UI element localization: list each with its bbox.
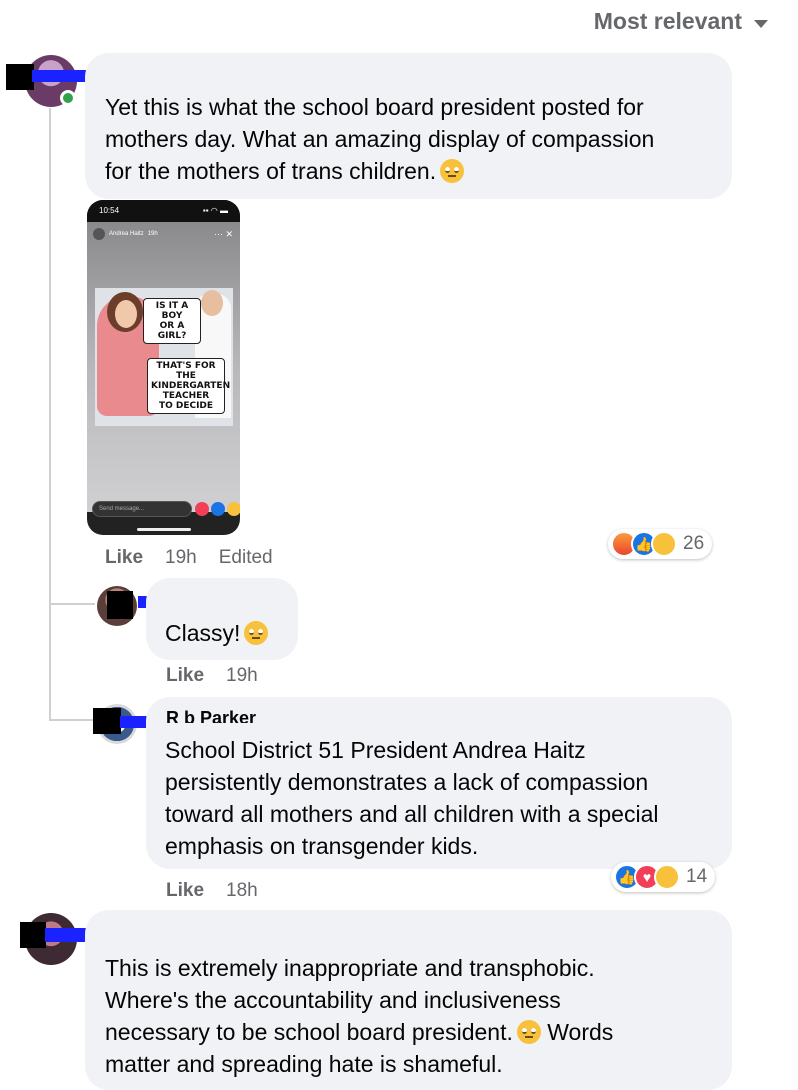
attached-image[interactable]: 10:54 ▪▪ ◠ ▬ Andrea Haitz 19h ··· ✕ IS I…	[87, 200, 240, 535]
haha-icon	[227, 502, 240, 516]
eye-roll-emoji-icon	[440, 159, 465, 183]
redaction-block	[6, 64, 34, 90]
comment-bubble: Classy!	[146, 578, 298, 660]
redaction-block	[107, 591, 133, 619]
comment-text: School District 51 President Andrea Hait…	[165, 737, 659, 859]
redaction-block	[93, 708, 121, 734]
love-icon	[195, 502, 209, 516]
caret-down-icon	[754, 19, 768, 28]
thread-branch-1	[49, 603, 95, 605]
wow-icon	[651, 531, 677, 557]
commenter-name[interactable]: R b Parker	[166, 709, 296, 723]
story-age: 19h	[147, 231, 158, 237]
comment-bubble: Yet this is what the school board presid…	[85, 53, 732, 199]
like-button[interactable]: Like	[105, 547, 143, 569]
comment-actions: Like 19h	[166, 665, 258, 687]
reaction-summary[interactable]: 👍 ♥ 14	[611, 862, 716, 892]
reaction-summary[interactable]: 👍 26	[608, 529, 713, 559]
like-button[interactable]: Like	[166, 880, 204, 902]
redaction-block	[20, 922, 46, 948]
story-screen: Andrea Haitz 19h ··· ✕ IS IT A BOY OR A …	[87, 222, 240, 512]
sort-dropdown[interactable]: Most relevant	[594, 8, 768, 35]
phone-status-bar: 10:54 ▪▪ ◠ ▬	[87, 200, 240, 222]
thinking-emoji-icon	[516, 1020, 541, 1044]
reaction-icons: 👍	[611, 531, 677, 557]
meme-speech-top: IS IT A BOY OR A GIRL?	[143, 298, 201, 344]
meme-speech-bottom: THAT'S FOR THE KINDERGARTEN TEACHER TO D…	[147, 358, 230, 414]
comment-text: Yet this is what the school board presid…	[105, 94, 655, 184]
timestamp[interactable]: 19h	[165, 547, 197, 569]
like-icon	[211, 502, 225, 516]
thread-line	[49, 108, 51, 720]
reaction-count: 14	[686, 866, 708, 887]
comment-text: Classy!	[165, 620, 241, 646]
story-avatar	[93, 228, 105, 240]
comment-bubble: R b Parker School District 51 President …	[146, 697, 732, 869]
send-message-field: Send message...	[92, 501, 192, 517]
comment-bubble: This is extremely inappropriate and tran…	[85, 910, 732, 1090]
thread-branch-2	[49, 719, 95, 721]
close-icon: ··· ✕	[213, 228, 233, 239]
comment-actions: Like 19h Edited	[105, 547, 273, 569]
comment-actions: Like 18h	[166, 880, 258, 902]
doctor-head	[201, 290, 223, 316]
story-header: Andrea Haitz 19h ··· ✕	[93, 228, 233, 240]
timestamp[interactable]: 18h	[226, 880, 258, 902]
online-status-dot	[60, 90, 76, 106]
like-button[interactable]: Like	[166, 665, 204, 687]
eye-roll-emoji-icon	[244, 621, 269, 645]
signal-wifi-battery-icon: ▪▪ ◠ ▬	[202, 206, 228, 215]
reaction-count: 26	[683, 533, 705, 554]
edited-label: Edited	[218, 547, 273, 568]
story-author: Andrea Haitz	[109, 231, 144, 237]
timestamp[interactable]: 19h	[226, 665, 258, 687]
sad-icon	[654, 864, 680, 890]
face-shape	[115, 300, 137, 328]
meme-image: IS IT A BOY OR A GIRL? THAT'S FOR THE KI…	[95, 288, 233, 426]
sort-label: Most relevant	[593, 8, 742, 34]
home-indicator	[136, 528, 191, 531]
reaction-icons: 👍 ♥	[614, 864, 680, 890]
status-time: 10:54	[99, 206, 120, 215]
